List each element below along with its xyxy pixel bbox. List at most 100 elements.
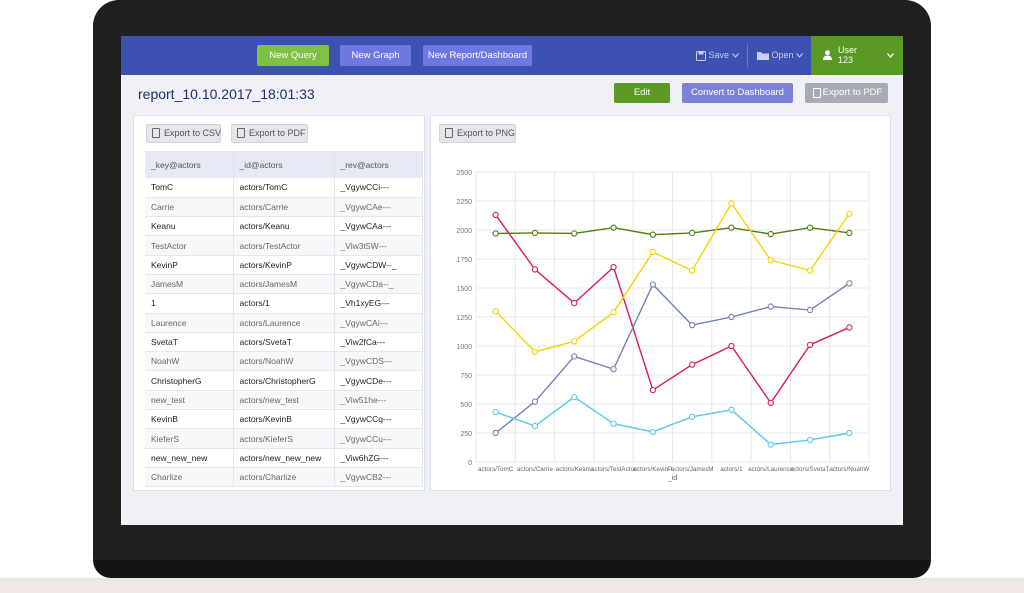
table-row[interactable]: KevinP actors/KevinP _VgywCDW--_ [145,255,423,275]
chevron-down-icon [731,53,739,58]
data-point [531,266,539,273]
top-navbar: New Query New Graph New Report/Dashboard… [121,36,903,75]
line-chart: 0 250 500 750 1000 1250 1500 1750 2000 2250 2500 ac… [456,170,870,482]
table-row[interactable]: Laurence actors/Laurence _VgywCAi--- [145,313,423,333]
data-point [767,303,774,310]
floor-shadow [0,578,1024,593]
data-point [688,361,696,368]
export-csv-button[interactable]: Export to CSV [146,124,221,143]
data-point [767,399,774,406]
table-row[interactable]: KevinB actors/KevinB _VgywCCq--- [145,409,423,430]
data-point [531,398,539,405]
folder-icon [757,52,769,61]
data-point [846,210,853,217]
table-cell: actors/TomC [233,178,335,198]
y-tick-label: 1250 [456,315,472,322]
data-point [688,267,696,274]
chart-panel: Export to PNG 0 250 500 750 1000 1250 1500 1750… [430,115,891,491]
data-point [610,263,617,271]
table-cell: actors/TestActor [233,235,335,256]
data-point [688,321,696,329]
y-tick-label: 2500 [456,170,472,177]
data-point [649,281,656,288]
x-tick-label: actors/JamesM [671,466,714,473]
data-point [806,436,814,444]
table-row[interactable]: Charlize actors/Charlize _VgywCB2--- [145,467,423,488]
data-point [688,413,696,420]
table-cell: _Vh1xyEG--- [334,293,423,314]
user-icon [823,50,832,60]
save-dropdown[interactable]: Save [696,36,739,75]
table-cell: Charlize [145,467,234,488]
y-tick-label: 500 [460,402,472,409]
table-row[interactable]: Carrie actors/Carrie _VgywCAe--- [145,197,423,218]
user-id: 123 [838,55,854,65]
table-cell: _VgywCDS--- [334,351,423,372]
table-row[interactable]: 1 actors/1 _Vh1xyEG--- [145,293,423,314]
data-point [571,299,578,307]
edit-button[interactable]: Edit [614,83,670,103]
table-cell: actors/ChristopherG [233,370,335,391]
x-tick-label: actors/TomC [478,466,514,473]
table-header-row: _key@actors _id@actors _rev@actors [145,151,423,178]
new-graph-button[interactable]: New Graph [340,45,411,66]
data-point [571,393,578,401]
table-cell: _VgywCAi--- [334,313,423,333]
app-screen: New Query New Graph New Report/Dashboard… [121,36,903,525]
report-title: report_10.10.2017_18:01:33 [138,86,315,102]
data-point [571,338,578,345]
export-pdf-table-button[interactable]: Export to PDF [231,124,308,143]
table-row[interactable]: NoahW actors/NoahW _VgywCDS--- [145,351,423,372]
table-cell: _Viw2fCa--- [334,332,423,353]
table-cell: _Viw51he--- [334,390,423,411]
table-row[interactable]: SvetaT actors/SvetaT _Viw2fCa--- [145,332,423,353]
pdf-file-icon [237,128,245,138]
new-report-button[interactable]: New Report/Dashboard [423,45,532,66]
column-header[interactable]: _rev@actors [334,151,423,178]
data-point [767,230,774,238]
table-cell: TestActor [145,235,234,256]
table-cell: _VgywCDe--- [334,370,423,391]
open-dropdown[interactable]: Open [757,36,803,75]
table-cell: Laurence [145,313,234,333]
export-pdf-table-label: Export to PDF [249,128,306,138]
data-point [492,308,499,315]
table-cell: _VgywCCu--- [334,428,423,449]
x-tick-label: actors/Keanu [556,466,594,473]
x-tick-label: actors/Laurence [748,466,794,473]
export-pdf-label: Export to PDF [822,87,883,98]
table-body: TomC actors/TomC _VgywCCi--- Carrie actors/C… [145,178,423,488]
column-header[interactable]: _key@actors [145,151,234,178]
table-row[interactable]: Keanu actors/Keanu _VgywCAa--- [145,216,423,237]
export-png-label: Export to PNG [457,128,516,138]
pdf-icon [813,88,821,98]
data-point [728,406,735,413]
new-query-button[interactable]: New Query [257,45,329,66]
table-cell: _VgywCCq--- [334,409,423,430]
table-cell: actors/new_test [233,390,335,411]
csv-file-icon [152,128,160,138]
table-row[interactable]: ChristopherG actors/ChristopherG _VgywCDe-… [145,370,423,391]
export-pdf-report-button[interactable]: Export to PDF [805,83,888,103]
data-point [571,230,578,237]
table-row[interactable]: JamesM actors/JamesM _VgywCDa--_ [145,274,423,295]
x-tick-label: actors/NoahW [829,466,869,473]
table-cell: actors/KevinP [233,255,335,275]
data-point [492,230,499,237]
table-cell: NoahW [145,351,234,372]
table-cell: actors/1 [233,293,335,314]
data-point [846,324,853,331]
table-row[interactable]: TomC actors/TomC _VgywCCi--- [145,178,423,198]
table-row[interactable]: KieferS actors/KieferS _VgywCCu--- [145,428,423,449]
export-png-button[interactable]: Export to PNG [439,124,516,143]
table-row[interactable]: TestActor actors/TestActor _Viw3t5W--- [145,235,423,256]
table-cell: actors/Carrie [233,197,335,218]
column-header[interactable]: _id@actors [233,151,335,178]
export-csv-label: Export to CSV [164,128,222,138]
table-row[interactable]: new_test actors/new_test _Viw51he--- [145,390,423,411]
convert-to-dashboard-button[interactable]: Convert to Dashboard [682,83,793,103]
data-point [610,309,617,316]
table-row[interactable]: new_new_new actors/new_new_new _Viw6hZG--- [145,448,423,468]
user-menu[interactable]: User 123 [811,36,903,75]
table-cell: KevinB [145,409,234,430]
